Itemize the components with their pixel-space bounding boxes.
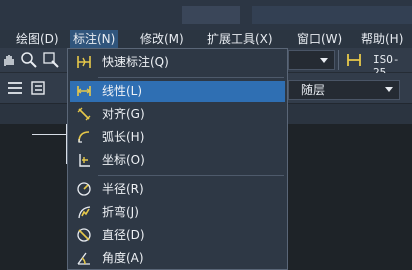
menu-item-quick-dimension[interactable]: 快速标注(Q): [70, 52, 285, 73]
menu-item-arc-length[interactable]: 弧长(H): [70, 127, 285, 148]
toolbar-divider: [338, 50, 339, 70]
menu-item-label: 半径(R): [102, 182, 144, 196]
menu-extension-tools[interactable]: 扩展工具(X): [204, 30, 276, 48]
menu-separator: [98, 175, 284, 176]
arc-length-icon: [78, 131, 90, 143]
title-search[interactable]: [252, 6, 412, 24]
menu-item-radius[interactable]: 半径(R): [70, 179, 285, 200]
menu-dimension[interactable]: 标注(N): [70, 30, 119, 48]
layer-combo[interactable]: 随层: [288, 80, 400, 100]
menu-item-label: 对齐(G): [102, 107, 145, 121]
chevron-down-icon: [320, 58, 328, 63]
menu-bar: 绘图(D) 标注(N) 修改(M) 扩展工具(X) 窗口(W) 帮助(H): [0, 30, 412, 48]
dimension-style-icon[interactable]: [345, 51, 363, 69]
menu-item-aligned[interactable]: 对齐(G): [70, 104, 285, 125]
crosshair-horizontal: [32, 134, 66, 135]
zoom-realtime-icon[interactable]: [20, 51, 38, 69]
menu-item-ordinate[interactable]: 坐标(O): [70, 150, 285, 171]
menu-item-label: 弧长(H): [102, 130, 145, 144]
pan-hand-icon[interactable]: [0, 51, 18, 69]
menu-modify[interactable]: 修改(M): [137, 30, 187, 48]
jogged-dimension-icon: [78, 206, 91, 219]
dimension-dropdown-menu: 快速标注(Q) 线性(L) 对齐(G) 弧长(H) 坐标(O) 半径(R) 折弯…: [67, 48, 288, 270]
menu-item-diameter[interactable]: 直径(D): [70, 225, 285, 246]
ordinate-dimension-icon: [79, 154, 90, 167]
title-bar: [0, 0, 412, 30]
title-tab[interactable]: [182, 6, 240, 24]
chevron-down-icon: [385, 87, 393, 92]
menu-item-label: 折弯(J): [102, 205, 139, 219]
diameter-dimension-icon: [77, 228, 91, 242]
menu-item-label: 线性(L): [102, 84, 143, 98]
menu-item-linear[interactable]: 线性(L): [70, 81, 285, 102]
layer-states-icon[interactable]: [30, 79, 48, 97]
toolbar-overflow: [400, 80, 412, 100]
menu-item-label: 快速标注(Q): [102, 55, 169, 69]
aligned-dimension-icon: [77, 107, 91, 121]
menu-item-label: 坐标(O): [102, 153, 145, 167]
menu-draw[interactable]: 绘图(D): [13, 30, 62, 48]
angular-dimension-icon: [77, 252, 90, 265]
quick-dimension-icon: [77, 56, 91, 68]
menu-item-jogged[interactable]: 折弯(J): [70, 202, 285, 223]
layer-manager-icon[interactable]: [6, 79, 24, 97]
layer-value: 随层: [301, 83, 326, 97]
menu-item-angular[interactable]: 角度(A): [70, 248, 285, 269]
style-combo[interactable]: [288, 50, 335, 70]
menu-window[interactable]: 窗口(W): [294, 30, 345, 48]
menu-separator: [98, 77, 284, 78]
menu-item-label: 角度(A): [102, 251, 144, 265]
linear-dimension-icon: [77, 86, 91, 96]
menu-help[interactable]: 帮助(H): [358, 30, 406, 48]
zoom-window-icon[interactable]: [42, 51, 60, 69]
menu-item-label: 直径(D): [102, 228, 145, 242]
radius-dimension-icon: [77, 182, 91, 196]
